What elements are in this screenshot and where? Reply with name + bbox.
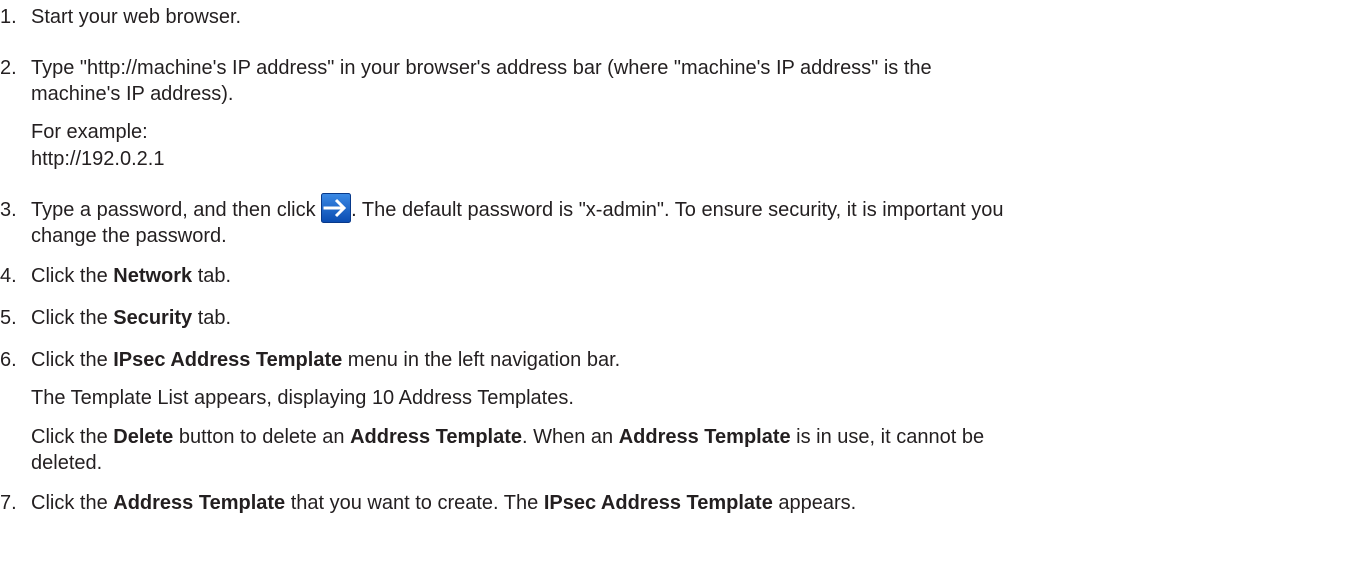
step-7: 7. Click the Address Template that you w…: [0, 491, 856, 515]
button-name-delete: Delete: [113, 426, 174, 448]
step-text-before-icon: Type a password, and then click: [31, 199, 316, 221]
step-number: 4.: [0, 265, 17, 287]
tab-name-security: Security: [113, 307, 193, 329]
step-text: Click the Network tab.: [31, 265, 232, 287]
step-text: Click the IPsec Address Template menu in…: [31, 349, 621, 371]
step-1: 1. Start your web browser.: [0, 5, 241, 29]
step-5: 5. Click the Security tab.: [0, 306, 231, 330]
step-number: 6.: [0, 349, 17, 371]
right-arrow-icon: [321, 192, 352, 223]
step-number: 7.: [0, 492, 17, 514]
step-text: Start your web browser.: [31, 6, 242, 28]
step-text-after-icon: . The default password is "x-admin". To …: [351, 199, 1004, 221]
step-3-continuation: change the password.: [31, 225, 227, 247]
step-text: Type "http://machine's IP address" in yo…: [31, 57, 932, 79]
step-6-note-2-continuation: deleted.: [31, 452, 103, 474]
step-2-continuation: machine's IP address).: [31, 83, 234, 105]
example-url: http://192.0.2.1: [31, 148, 165, 170]
step-text: Type a password, and then click . The de…: [31, 192, 1004, 223]
tab-name-network: Network: [113, 265, 193, 287]
example-label: For example:: [31, 121, 148, 143]
step-2: 2. Type "http://machine's IP address" in…: [0, 56, 932, 80]
step-text: Click the Security tab.: [31, 307, 232, 329]
step-6-note-1: The Template List appears, displaying 10…: [31, 387, 574, 409]
menu-name-ipsec-address-template: IPsec Address Template: [113, 349, 343, 371]
step-6: 6. Click the IPsec Address Template menu…: [0, 348, 620, 372]
step-4: 4. Click the Network tab.: [0, 264, 231, 288]
step-number: 2.: [0, 57, 17, 79]
step-number: 3.: [0, 199, 17, 221]
step-6-note-2: Click the Delete button to delete an Add…: [31, 426, 985, 448]
step-3: 3. Type a password, and then click . The…: [0, 192, 1003, 223]
step-number: 1.: [0, 6, 17, 28]
instruction-document: 1. Start your web browser. 2. Type "http…: [0, 0, 1351, 574]
step-number: 5.: [0, 307, 17, 329]
step-text: Click the Address Template that you want…: [31, 492, 857, 514]
